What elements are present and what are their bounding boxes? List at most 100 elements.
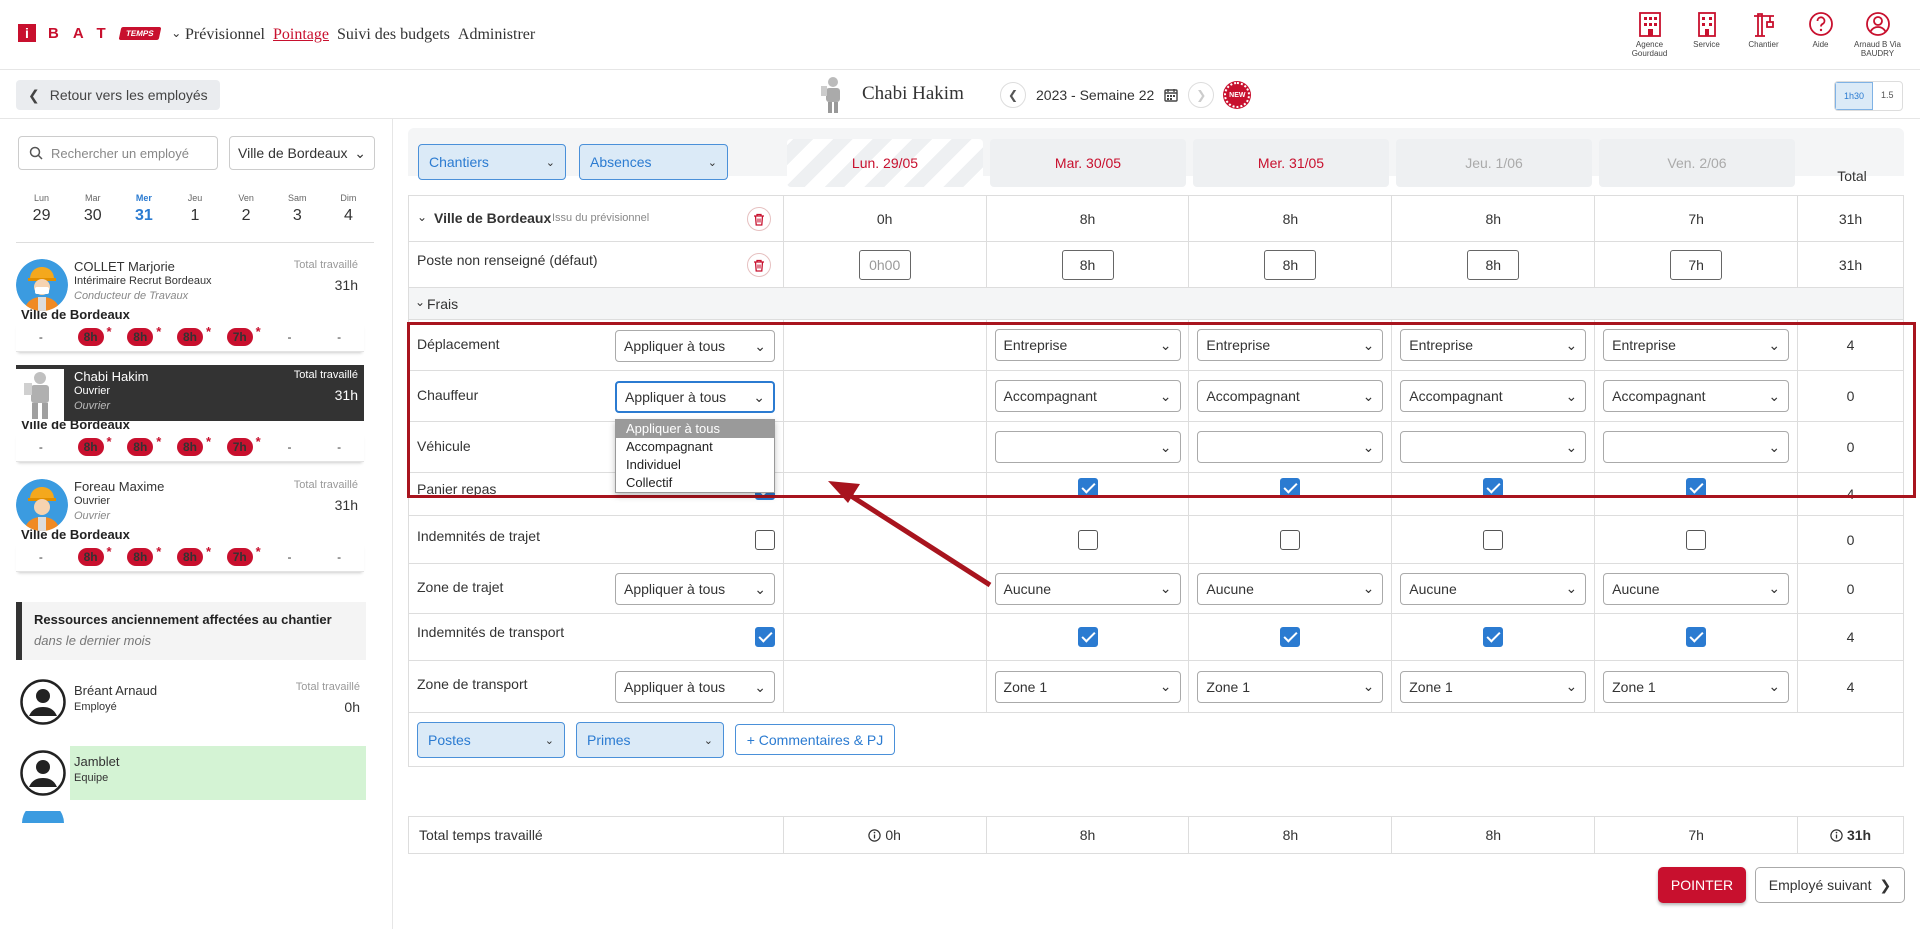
employee-card-selected[interactable]: Chabi Hakim Ouvrier Ouvrier Total travai… xyxy=(16,365,364,462)
agence-button[interactable]: Agence Gourdaud xyxy=(1621,10,1678,58)
former-team-card[interactable]: Jamblet Equipe xyxy=(16,746,366,800)
indemnites-transport-apply-all-checkbox[interactable] xyxy=(755,627,775,647)
nav-suivi-budgets[interactable]: Suivi des budgets xyxy=(337,26,450,44)
panier-checkbox-wed[interactable] xyxy=(1280,478,1301,498)
chauffeur-select-tue[interactable]: Accompagnant ⌄ xyxy=(994,380,1181,412)
option-individuel[interactable]: Individuel xyxy=(616,456,774,474)
zone-trajet-select-fri[interactable]: Aucune ⌄ xyxy=(1603,572,1790,605)
zone-transport-select-tue[interactable]: Zone 1 ⌄ xyxy=(994,670,1181,703)
total-cell-tue: 8h xyxy=(987,817,1190,853)
chantiers-filter[interactable]: Chantiers ⌄ xyxy=(418,144,566,180)
deplacement-select-thu[interactable]: Entreprise ⌄ xyxy=(1400,329,1587,361)
delete-site-button[interactable] xyxy=(747,207,771,231)
info-icon[interactable] xyxy=(1830,828,1843,842)
chauffeur-apply-all-select[interactable]: Appliquer à tous ⌄ xyxy=(615,381,775,413)
option-collectif[interactable]: Collectif xyxy=(616,474,774,492)
chauffeur-select-wed[interactable]: Accompagnant ⌄ xyxy=(1197,380,1384,412)
pointer-button[interactable]: POINTER xyxy=(1658,867,1746,903)
toggle-decimal[interactable]: 1.5 xyxy=(1873,82,1902,110)
zone-transport-select-fri[interactable]: Zone 1 ⌄ xyxy=(1603,670,1790,703)
aide-button[interactable]: Aide xyxy=(1792,10,1849,58)
hours-input-mon[interactable]: 0h00 xyxy=(858,249,911,280)
new-badge[interactable]: NEW xyxy=(1224,82,1251,108)
next-week-button[interactable]: ❯ xyxy=(1188,82,1215,108)
info-icon[interactable] xyxy=(868,828,882,842)
day-wed[interactable]: Mer 31 xyxy=(118,183,169,242)
chauffeur-select-fri[interactable]: Accompagnant ⌄ xyxy=(1603,380,1790,412)
indemnites-trajet-apply-all-checkbox[interactable] xyxy=(755,530,775,550)
indemnites-trajet-checkbox-thu[interactable] xyxy=(1483,529,1504,550)
postes-dropdown[interactable]: Postes ⌄ xyxy=(417,722,565,758)
day-thu[interactable]: Jeu 1 xyxy=(169,183,220,242)
day-mon[interactable]: Lun 29 xyxy=(16,183,67,242)
day-sun[interactable]: Dim 4 xyxy=(323,183,374,242)
indemnites-transport-checkbox-fri[interactable] xyxy=(1686,627,1707,647)
chevron-down-icon: ⌄ xyxy=(754,678,766,695)
indemnites-trajet-checkbox-tue[interactable] xyxy=(1077,529,1098,550)
vehicule-select-thu[interactable]: ⌄ xyxy=(1400,431,1587,463)
team-name: Jamblet xyxy=(74,754,120,769)
employee-card[interactable]: COLLET Marjorie Intérimaire Recrut Borde… xyxy=(16,255,364,352)
indemnites-trajet-checkbox-fri[interactable] xyxy=(1686,529,1707,550)
option-appliquer[interactable]: Appliquer à tous xyxy=(616,420,774,438)
chauffeur-select-thu[interactable]: Accompagnant ⌄ xyxy=(1400,380,1587,412)
absences-filter[interactable]: Absences ⌄ xyxy=(579,144,728,180)
nav-previsionnel[interactable]: Prévisionnel xyxy=(185,26,265,44)
indemnites-transport-label: Indemnités de transport xyxy=(417,624,565,640)
deplacement-select-tue[interactable]: Entreprise ⌄ xyxy=(994,329,1181,361)
service-button[interactable]: Service xyxy=(1678,10,1735,58)
employee-role: Ouvrier xyxy=(74,385,111,397)
panier-checkbox-fri[interactable] xyxy=(1686,478,1707,498)
back-to-employees-button[interactable]: ❮ Retour vers les employés xyxy=(16,80,220,110)
calendar-icon[interactable] xyxy=(1164,88,1179,102)
next-employee-button[interactable]: Employé suivant ❯ xyxy=(1755,867,1905,903)
day-fri[interactable]: Ven 2 xyxy=(221,183,272,242)
comments-button[interactable]: + Commentaires & PJ xyxy=(735,724,895,755)
panier-checkbox-thu[interactable] xyxy=(1483,478,1504,498)
city-filter-select[interactable]: Ville de Bordeaux ⌄ xyxy=(229,136,375,170)
employee-card[interactable]: Foreau Maxime Ouvrier Ouvrier Total trav… xyxy=(16,475,364,572)
day-sat[interactable]: Sam 3 xyxy=(272,183,323,242)
zone-trajet-select-tue[interactable]: Aucune ⌄ xyxy=(994,572,1181,605)
former-employee-card[interactable]: Bréant Arnaud Employé Total travaillé 0h xyxy=(16,675,366,729)
postes-label: Postes xyxy=(428,732,471,748)
panier-checkbox-tue[interactable] xyxy=(1077,478,1098,498)
day-number: 31 xyxy=(134,207,153,224)
hours-input-thu[interactable]: 8h xyxy=(1467,249,1520,280)
zone-transport-apply-all-select[interactable]: Appliquer à tous ⌄ xyxy=(615,671,775,703)
hours-input-fri[interactable]: 7h xyxy=(1670,249,1723,280)
deplacement-select-fri[interactable]: Entreprise ⌄ xyxy=(1603,329,1790,361)
indemnites-transport-checkbox-thu[interactable] xyxy=(1483,627,1504,647)
deplacement-select-wed[interactable]: Entreprise ⌄ xyxy=(1197,329,1384,361)
app-logo[interactable]: i BAT TEMPS ⌄ xyxy=(18,24,181,42)
chauffeur-label: Chauffeur xyxy=(417,387,479,403)
user-menu-button[interactable]: Arnaud B Via BAUDRY xyxy=(1849,10,1906,58)
hours-input-wed[interactable]: 8h xyxy=(1264,249,1317,280)
previous-week-button[interactable]: ❮ xyxy=(1000,82,1026,108)
deplacement-apply-all-select[interactable]: Appliquer à tous ⌄ xyxy=(615,330,775,362)
delete-poste-button[interactable] xyxy=(747,253,771,277)
option-accompagnant[interactable]: Accompagnant xyxy=(616,438,774,456)
zone-trajet-apply-all-select[interactable]: Appliquer à tous ⌄ xyxy=(615,573,775,605)
chevron-down-icon[interactable]: ⌄ xyxy=(171,26,181,40)
indemnites-transport-checkbox-tue[interactable] xyxy=(1077,627,1098,647)
nav-pointage[interactable]: Pointage xyxy=(273,26,329,44)
nav-administrer[interactable]: Administrer xyxy=(458,26,535,44)
primes-dropdown[interactable]: Primes ⌄ xyxy=(576,722,724,758)
zone-transport-select-thu[interactable]: Zone 1 ⌄ xyxy=(1400,670,1587,703)
toggle-hours[interactable]: 1h30 xyxy=(1835,82,1874,110)
chevron-down-icon[interactable]: ⌄ xyxy=(417,210,427,224)
frais-header-row[interactable]: ⌄ Frais xyxy=(409,288,1903,320)
chantier-button[interactable]: Chantier xyxy=(1735,10,1792,58)
indemnites-transport-checkbox-wed[interactable] xyxy=(1280,627,1301,647)
zone-trajet-select-wed[interactable]: Aucune ⌄ xyxy=(1197,572,1384,605)
employee-search-input[interactable]: Rechercher un employé xyxy=(18,136,218,170)
vehicule-select-wed[interactable]: ⌄ xyxy=(1197,431,1384,463)
zone-transport-select-wed[interactable]: Zone 1 ⌄ xyxy=(1197,670,1384,703)
zone-trajet-select-thu[interactable]: Aucune ⌄ xyxy=(1400,572,1587,605)
vehicule-select-fri[interactable]: ⌄ xyxy=(1603,431,1790,463)
indemnites-trajet-checkbox-wed[interactable] xyxy=(1280,529,1301,550)
day-tue[interactable]: Mar 30 xyxy=(67,183,118,242)
vehicule-select-tue[interactable]: ⌄ xyxy=(994,431,1181,463)
hours-input-tue[interactable]: 8h xyxy=(1061,249,1114,280)
